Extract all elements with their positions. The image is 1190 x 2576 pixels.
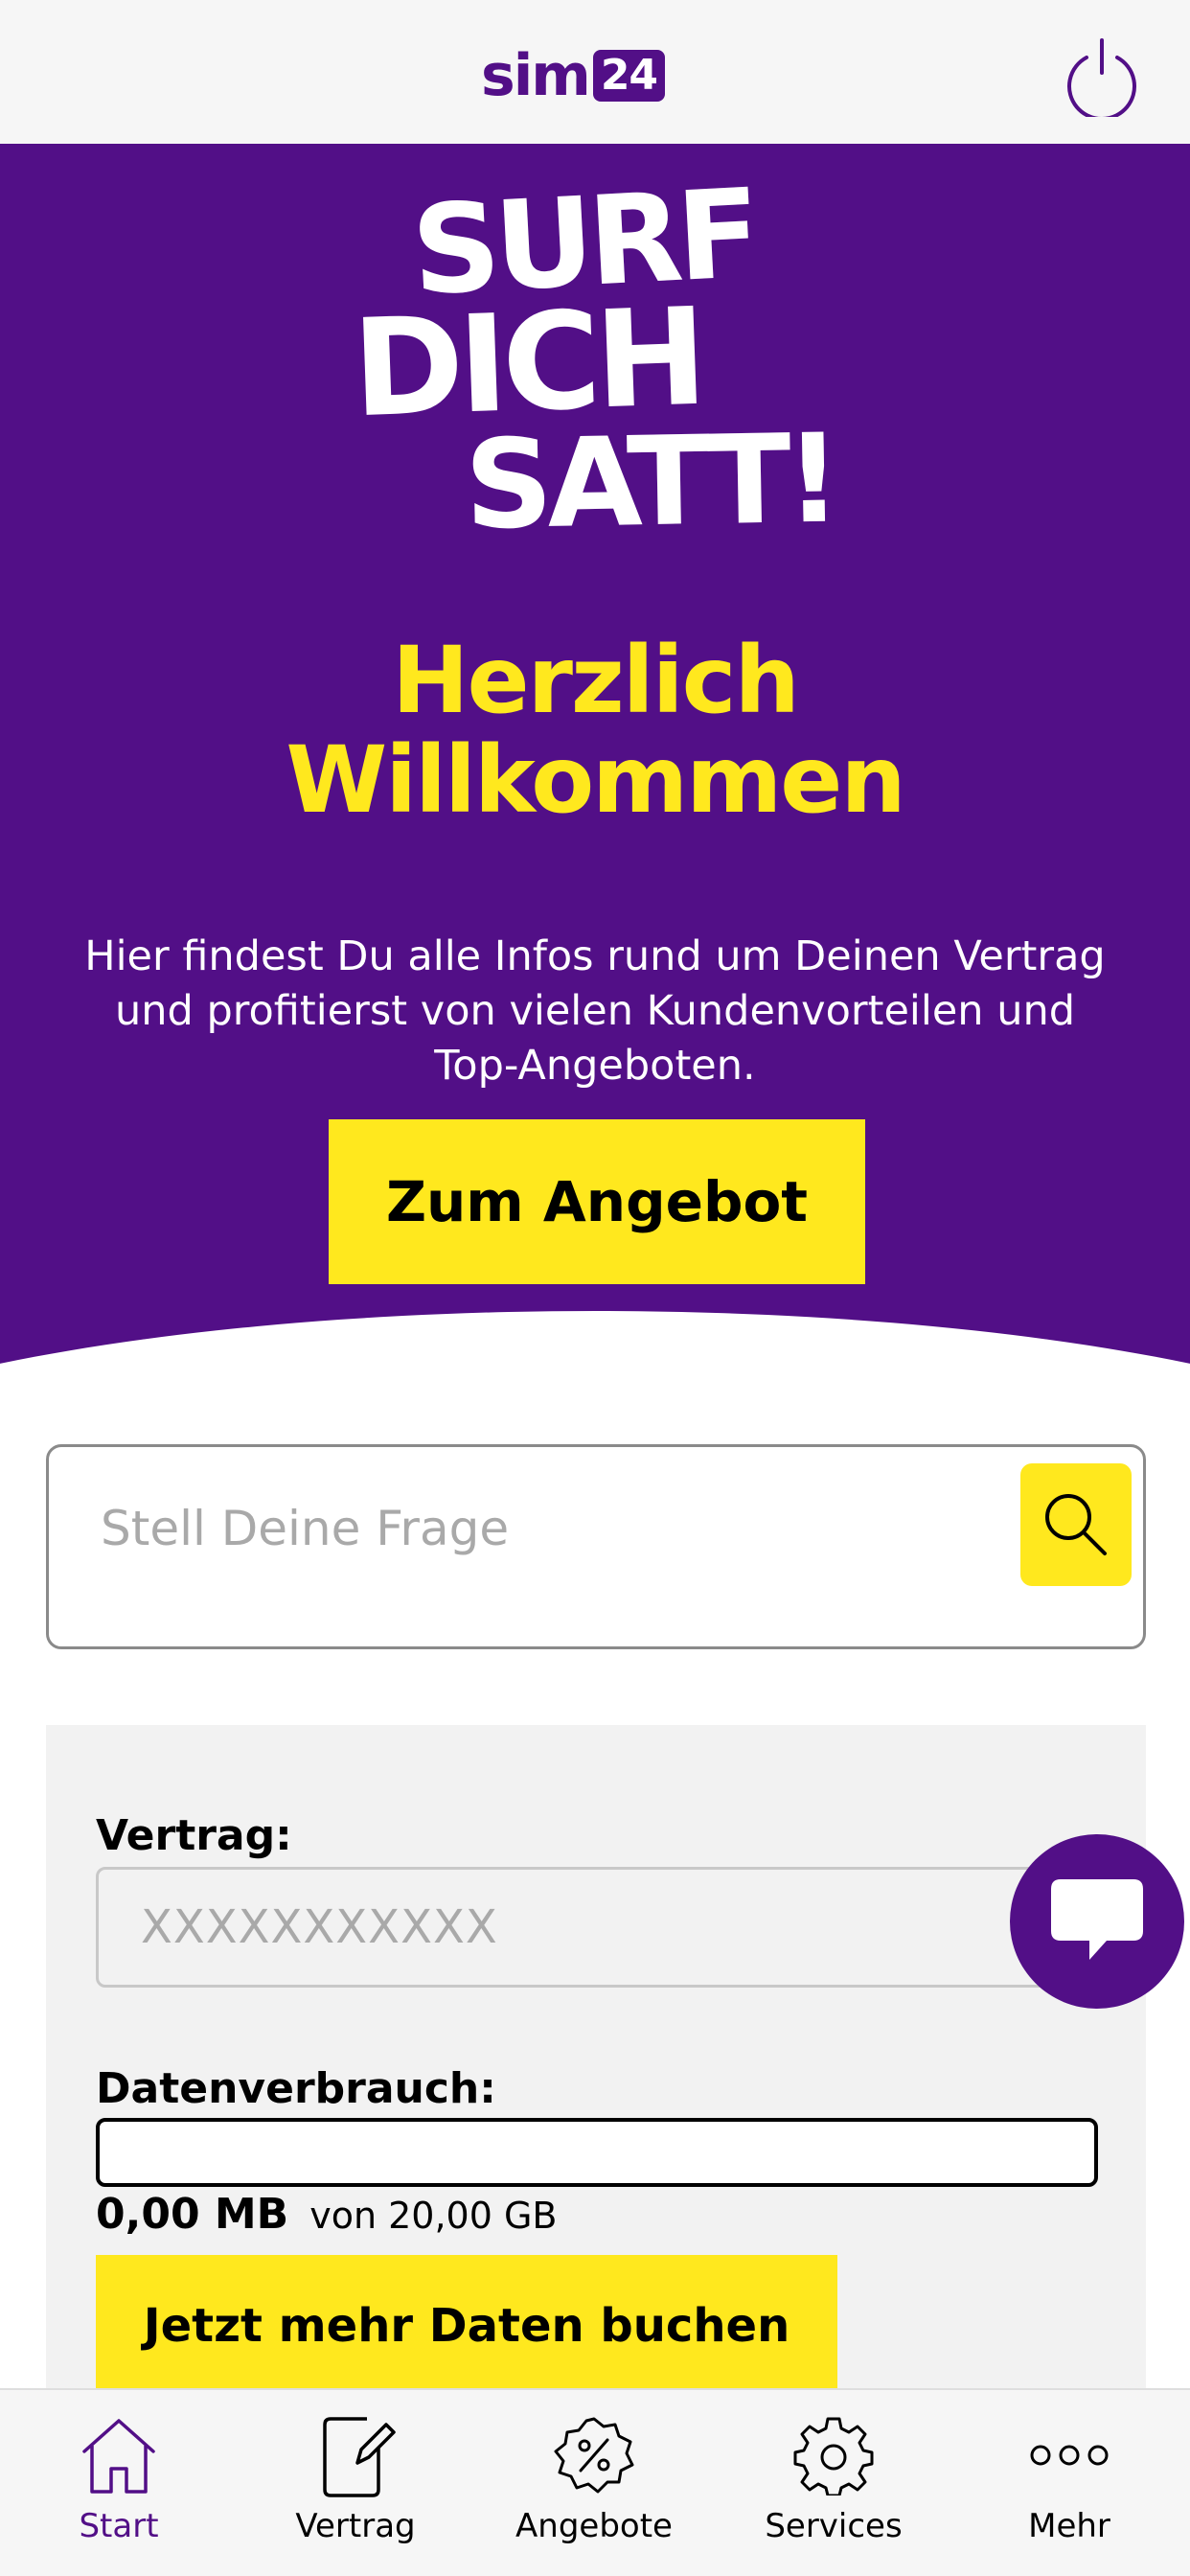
welcome-line-1: Herzlich — [392, 627, 800, 734]
slogan-line-3: SATT! — [463, 407, 837, 558]
nav-label-start: Start — [79, 2507, 159, 2545]
surf-dich-satt-slogan: SURF DICH SATT! — [326, 163, 862, 558]
data-usage-bar — [96, 2118, 1098, 2187]
zum-angebot-button[interactable]: Zum Angebot — [329, 1119, 865, 1284]
nav-item-angebote[interactable]: Angebote — [515, 2390, 673, 2576]
chat-button[interactable] — [1010, 1834, 1184, 2009]
vertrag-label: Vertrag: — [96, 1811, 292, 1860]
contract-card: Vertrag: XXXXXXXXXXX Datenverbrauch: 0,0… — [46, 1725, 1146, 2396]
logo-text: sim — [481, 42, 591, 109]
data-total-value: von 20,00 GB — [309, 2195, 558, 2237]
data-used-value: 0,00 MB — [96, 2190, 289, 2239]
welcome-heading: Herzlich Willkommen — [0, 631, 1190, 830]
nav-item-start[interactable]: Start — [59, 2390, 178, 2576]
home-icon — [73, 2409, 165, 2501]
chat-bubble-icon — [1051, 1879, 1143, 1960]
bottom-navigation: Start Vertrag Angebote Services Mehr — [0, 2388, 1190, 2576]
power-icon — [1067, 38, 1136, 121]
buy-more-data-button[interactable]: Jetzt mehr Daten buchen — [96, 2255, 837, 2396]
nav-label-angebote: Angebote — [515, 2507, 673, 2545]
intro-text: Hier findest Du alle Infos rund um Deine… — [48, 930, 1142, 1093]
search-icon — [1045, 1494, 1107, 1555]
nav-label-services: Services — [765, 2507, 903, 2545]
intro-line-3: Top-Angeboten. — [434, 1042, 756, 1090]
vertrag-field: XXXXXXXXXXX — [96, 1867, 1073, 1988]
percent-badge-icon — [548, 2409, 640, 2501]
nav-label-vertrag: Vertrag — [295, 2507, 416, 2545]
nav-item-vertrag[interactable]: Vertrag — [287, 2390, 423, 2576]
gear-icon — [788, 2409, 880, 2501]
top-bar: sim 24 — [0, 0, 1190, 144]
welcome-line-2: Willkommen — [286, 726, 905, 834]
intro-line-1: Hier findest Du alle Infos rund um Deine… — [84, 932, 1106, 980]
more-dots-icon — [1023, 2409, 1115, 2501]
nav-label-mehr: Mehr — [1028, 2507, 1110, 2545]
nav-item-services[interactable]: Services — [757, 2390, 910, 2576]
search-button[interactable] — [1020, 1463, 1132, 1586]
logo-badge: 24 — [592, 50, 666, 102]
hero-banner: SURF DICH SATT! Herzlich Willkommen Hier… — [0, 144, 1190, 1382]
data-usage-text: 0,00 MB von 20,00 GB — [96, 2190, 557, 2239]
question-search-box — [46, 1444, 1146, 1649]
search-input[interactable] — [101, 1485, 963, 1572]
contract-edit-icon — [309, 2409, 401, 2501]
logout-button[interactable] — [1062, 36, 1142, 121]
hero-curve — [0, 1311, 1190, 1382]
intro-line-2: und profitierst von vielen Kundenvorteil… — [115, 987, 1075, 1035]
sim24-logo: sim 24 — [481, 42, 666, 109]
nav-item-mehr[interactable]: Mehr — [1008, 2390, 1131, 2576]
datenverbrauch-label: Datenverbrauch: — [96, 2064, 496, 2113]
